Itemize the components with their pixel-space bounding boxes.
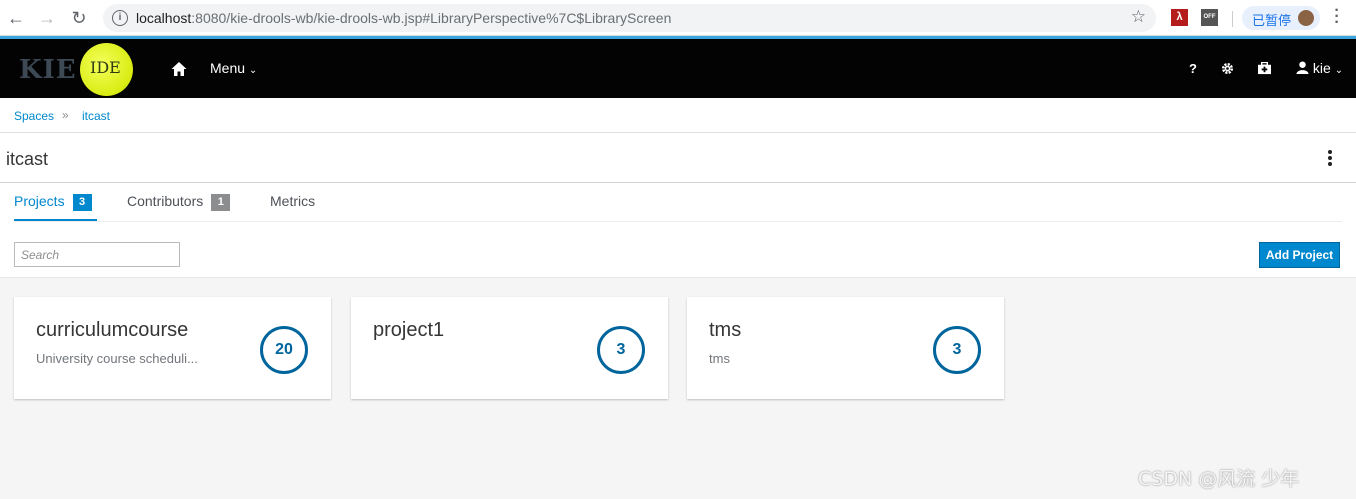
tab-contributors-label: Contributors (127, 193, 204, 209)
asset-count: 20 (260, 326, 308, 374)
tab-metrics[interactable]: Metrics (270, 193, 315, 209)
ide-logo[interactable]: IDE (80, 43, 133, 96)
bookmark-star-icon[interactable]: ☆ (1131, 7, 1146, 27)
project-card[interactable]: project1 3 (351, 297, 668, 399)
back-icon[interactable]: ← (5, 7, 27, 29)
app-header: KIE IDE Menu ⌄ ? kie ⌄ (0, 39, 1356, 98)
asset-count: 3 (933, 326, 981, 374)
watermark: CSDN @风流 少年 (1138, 468, 1300, 490)
kie-logo[interactable]: KIE (19, 55, 77, 85)
paused-label: 已暂停 (1252, 14, 1292, 29)
tabs-bar: Projects 3 Contributors 1 Metrics (0, 183, 1356, 223)
breadcrumb: Spaces » itcast (0, 98, 1356, 133)
tab-projects[interactable]: Projects 3 (14, 193, 92, 211)
forward-icon[interactable]: → (36, 7, 58, 29)
url-path: :8080/kie-drools-wb/kie-drools-wb.jsp#Li… (191, 10, 672, 26)
project-name[interactable]: curriculumcourse (36, 319, 188, 342)
user-name: kie (1312, 60, 1331, 76)
project-description: University course scheduli... (36, 351, 198, 366)
tab-metrics-label: Metrics (270, 193, 316, 209)
asset-count: 3 (597, 326, 645, 374)
project-card[interactable]: tms tms 3 (687, 297, 1004, 399)
project-card[interactable]: curriculumcourse University course sched… (14, 297, 331, 399)
tabs-divider (14, 221, 1342, 222)
off-extension-icon[interactable]: OFF (1201, 9, 1218, 26)
project-name[interactable]: tms (709, 319, 741, 342)
chevron-down-icon: ⌄ (248, 65, 258, 76)
home-icon[interactable] (170, 60, 188, 78)
profile-avatar (1298, 10, 1314, 26)
reload-icon[interactable]: ↻ (68, 7, 90, 29)
user-icon (1296, 61, 1309, 74)
help-icon[interactable]: ? (1189, 61, 1197, 76)
ide-logo-text: IDE (90, 58, 121, 77)
menu-label: Menu (210, 60, 246, 76)
contributors-count-badge: 1 (211, 194, 231, 211)
breadcrumb-current[interactable]: itcast (82, 109, 110, 123)
project-description: tms (709, 351, 730, 366)
title-bar: itcast (0, 133, 1356, 183)
chevron-down-icon: ⌄ (1334, 65, 1344, 76)
url-text[interactable]: localhost:8080/kie-drools-wb/kie-drools-… (136, 10, 671, 26)
medkit-icon[interactable] (1257, 62, 1272, 75)
address-bar[interactable]: i localhost:8080/kie-drools-wb/kie-drool… (103, 4, 1156, 32)
toolbar-divider (1232, 11, 1233, 27)
tab-projects-label: Projects (14, 193, 65, 209)
library-toolbar: Add Project (0, 223, 1356, 278)
tab-contributors[interactable]: Contributors 1 (127, 193, 231, 211)
profile-paused-button[interactable]: 已暂停 (1242, 6, 1320, 30)
breadcrumb-spaces[interactable]: Spaces (14, 109, 54, 123)
menu-dropdown[interactable]: Menu ⌄ (210, 60, 257, 76)
page-title: itcast (6, 149, 49, 169)
gear-icon[interactable] (1221, 62, 1234, 75)
browser-toolbar: ← → ↻ i localhost:8080/kie-drools-wb/kie… (0, 0, 1356, 36)
user-menu[interactable]: kie ⌄ (1296, 60, 1343, 76)
search-input[interactable] (14, 242, 180, 267)
off-extension-label: OFF (1203, 14, 1216, 20)
projects-count-badge: 3 (72, 194, 92, 211)
site-info-icon[interactable]: i (112, 10, 128, 26)
kebab-menu-icon[interactable] (1328, 150, 1334, 168)
breadcrumb-separator: » (62, 108, 69, 122)
browser-menu-icon[interactable]: · · · (1332, 3, 1342, 31)
project-name[interactable]: project1 (373, 319, 444, 342)
url-host: localhost (136, 10, 192, 26)
add-project-button[interactable]: Add Project (1259, 242, 1340, 268)
pdf-extension-icon[interactable]: λ (1171, 9, 1188, 26)
